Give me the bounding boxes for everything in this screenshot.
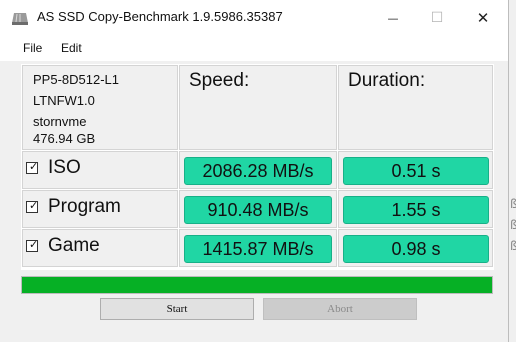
start-button[interactable]: Start: [100, 298, 254, 320]
program-duration: 1.55 s: [343, 196, 489, 224]
maximize-button[interactable]: ☐: [414, 0, 460, 36]
background-glyph: ß: [510, 218, 516, 232]
test-row-game: ✓ Game: [22, 229, 178, 267]
drive-info-panel: PP5-8D512-L1 LTNFW1.0 stornvme 476.94 GB: [22, 65, 178, 150]
app-window: AS SSD Copy-Benchmark 1.9.5986.35387 — ☐…: [0, 0, 509, 342]
game-duration: 0.98 s: [343, 235, 489, 263]
close-icon: ✕: [476, 9, 490, 27]
iso-label: ISO: [48, 157, 81, 178]
program-speed: 910.48 MB/s: [184, 196, 332, 224]
program-label: Program: [48, 196, 121, 217]
checkmark-icon: ✓: [29, 199, 39, 212]
iso-speed: 2086.28 MB/s: [184, 157, 332, 185]
minimize-icon: —: [387, 11, 399, 25]
results-grid: PP5-8D512-L1 LTNFW1.0 stornvme 476.94 GB…: [21, 64, 494, 270]
iso-duration-cell: 0.51 s: [338, 151, 493, 189]
program-speed-cell: 910.48 MB/s: [179, 190, 337, 228]
background-glyph: ß: [510, 197, 516, 211]
iso-checkbox[interactable]: ✓: [26, 160, 39, 174]
checkmark-icon: ✓: [29, 160, 39, 173]
menu-edit[interactable]: Edit: [61, 41, 82, 55]
drive-firmware: LTNFW1.0: [33, 93, 95, 108]
game-speed: 1415.87 MB/s: [184, 235, 332, 263]
checkmark-icon: ✓: [29, 238, 39, 251]
game-duration-cell: 0.98 s: [338, 229, 493, 267]
test-row-program: ✓ Program: [22, 190, 178, 228]
game-checkbox[interactable]: ✓: [26, 238, 39, 252]
drive-driver: stornvme: [33, 114, 87, 129]
menu-bar: File Edit: [0, 36, 508, 61]
iso-duration: 0.51 s: [343, 157, 489, 185]
program-checkbox[interactable]: ✓: [26, 199, 39, 213]
duration-header: Duration:: [348, 70, 426, 91]
progress-bar: [21, 276, 493, 294]
window-title: AS SSD Copy-Benchmark 1.9.5986.35387: [37, 9, 283, 24]
game-label: Game: [48, 235, 100, 256]
background-glyph: ß: [510, 239, 516, 253]
drive-icon: [12, 13, 28, 25]
game-speed-cell: 1415.87 MB/s: [179, 229, 337, 267]
drive-capacity: 476.94 GB: [33, 131, 96, 146]
maximize-icon: ☐: [430, 10, 444, 26]
drive-model: PP5-8D512-L1: [33, 72, 119, 87]
speed-header-cell: Speed:: [179, 65, 337, 150]
iso-speed-cell: 2086.28 MB/s: [179, 151, 337, 189]
minimize-button[interactable]: —: [370, 0, 416, 36]
duration-header-cell: Duration:: [338, 65, 493, 150]
menu-file[interactable]: File: [23, 41, 42, 55]
speed-header: Speed:: [189, 70, 250, 91]
test-row-iso: ✓ ISO: [22, 151, 178, 189]
title-bar[interactable]: AS SSD Copy-Benchmark 1.9.5986.35387 — ☐…: [0, 0, 508, 36]
close-button[interactable]: ✕: [460, 0, 506, 36]
program-duration-cell: 1.55 s: [338, 190, 493, 228]
abort-button[interactable]: Abort: [263, 298, 417, 320]
progress-fill: [22, 277, 492, 293]
